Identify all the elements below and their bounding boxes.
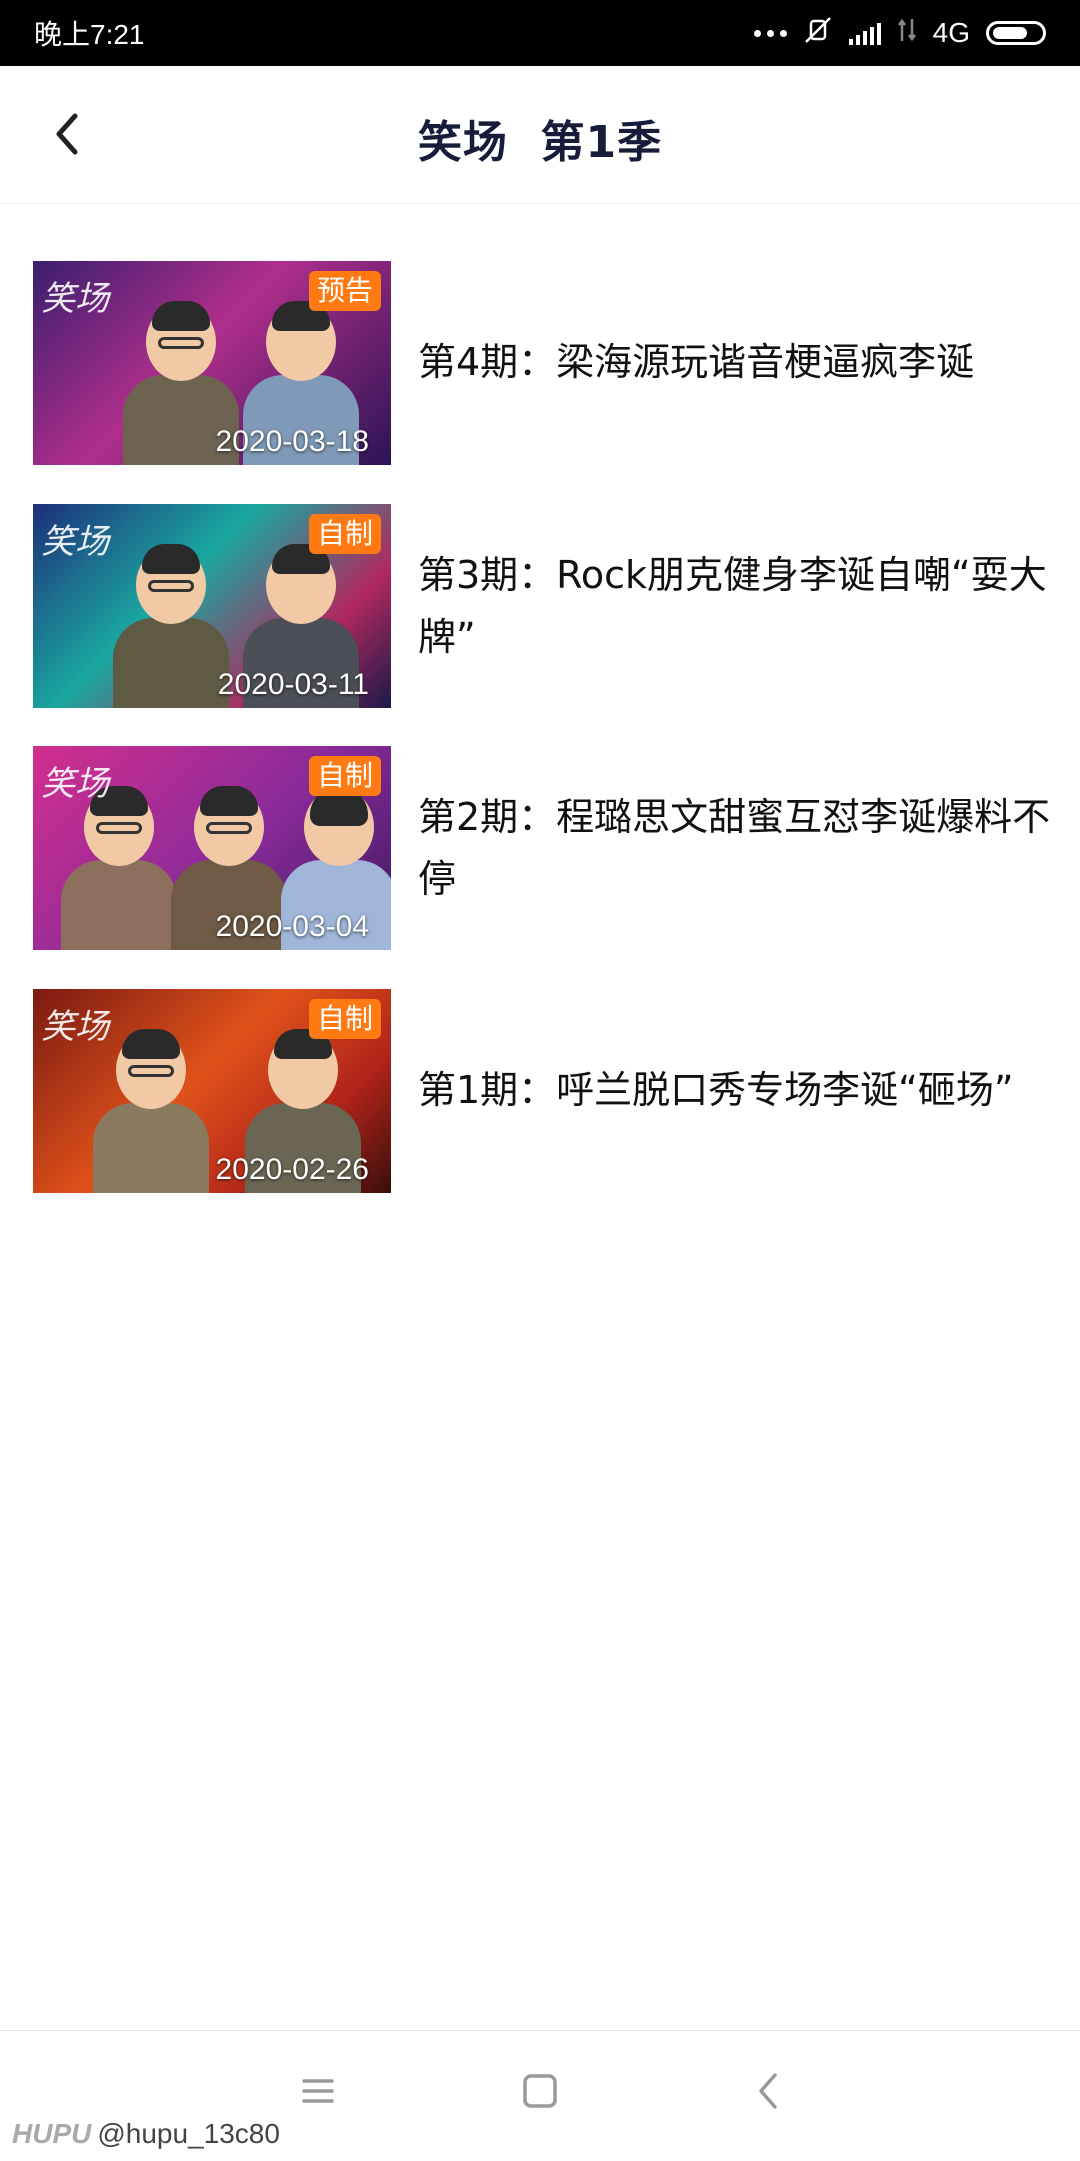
episode-title: 第4期：梁海源玩谐音梗逼疯李诞 bbox=[418, 340, 975, 384]
guest-figure bbox=[61, 786, 177, 950]
home-button[interactable] bbox=[520, 2071, 560, 2115]
episode-date: 2020-03-18 bbox=[215, 425, 369, 458]
episode-date: 2020-02-26 bbox=[215, 1153, 369, 1186]
episode-badge: 自制 bbox=[308, 999, 381, 1039]
episode-item[interactable]: 笑场 自制 2020-02-26 第1期：呼兰脱口秀专场李诞“砸场” bbox=[33, 989, 1073, 1193]
host-figure bbox=[93, 1029, 209, 1193]
battery-icon bbox=[986, 21, 1046, 45]
episode-title: 第3期：Rock朋克健身李诞自嘲“耍大牌” bbox=[418, 553, 1047, 659]
episode-item[interactable]: 笑场 自制 2020-03-11 第3期：Rock朋克健身李诞自嘲“耍大牌” bbox=[33, 504, 1073, 708]
menu-button[interactable] bbox=[298, 2071, 338, 2115]
status-icons: 4G bbox=[753, 15, 1046, 52]
more-dots-icon bbox=[753, 29, 787, 37]
show-logo: 笑场 bbox=[41, 764, 109, 804]
episode-thumbnail: 笑场 预告 2020-03-18 bbox=[33, 261, 391, 465]
mute-vibrate-icon bbox=[803, 15, 833, 52]
show-logo: 笑场 bbox=[41, 279, 109, 319]
menu-icon bbox=[302, 2079, 334, 2103]
back-nav-button[interactable] bbox=[748, 2071, 788, 2115]
watermark-brand: HUPU bbox=[12, 2118, 92, 2149]
watermark: HUPU @hupu_13c80 bbox=[12, 2118, 280, 2150]
episode-badge: 自制 bbox=[308, 514, 381, 554]
home-square-icon bbox=[523, 2074, 557, 2108]
header: 笑场 第1季 bbox=[0, 66, 1080, 204]
episode-thumbnail: 笑场 自制 2020-03-04 bbox=[33, 746, 391, 950]
episode-thumbnail: 笑场 自制 2020-02-26 bbox=[33, 989, 391, 1193]
page-title: 笑场 第1季 bbox=[417, 117, 663, 168]
network-type: 4G bbox=[932, 17, 970, 48]
signal-2-icon bbox=[897, 17, 917, 50]
episode-title: 第2期：程璐思文甜蜜互怼李诞爆料不停 bbox=[418, 795, 1051, 901]
episode-badge: 自制 bbox=[308, 756, 381, 796]
episode-thumbnail: 笑场 自制 2020-03-11 bbox=[33, 504, 391, 708]
episode-item[interactable]: 笑场 自制 2020-03-04 第2期：程璐思文甜蜜互怼李诞爆料不停 bbox=[33, 746, 1073, 950]
status-time: 晚上7:21 bbox=[34, 19, 145, 50]
host-figure bbox=[113, 544, 229, 708]
episode-date: 2020-03-04 bbox=[215, 910, 369, 943]
watermark-user: @hupu_13c80 bbox=[97, 2118, 280, 2149]
back-chevron-icon bbox=[759, 2073, 777, 2109]
episode-item[interactable]: 笑场 预告 2020-03-18 第4期：梁海源玩谐音梗逼疯李诞 bbox=[33, 261, 1073, 465]
signal-icon bbox=[848, 21, 881, 45]
episode-badge: 预告 bbox=[308, 271, 381, 311]
episode-date: 2020-03-11 bbox=[217, 668, 369, 701]
status-bar: 晚上7:21 4G bbox=[0, 0, 1080, 66]
show-logo: 笑场 bbox=[41, 1007, 109, 1047]
episode-title: 第1期：呼兰脱口秀专场李诞“砸场” bbox=[418, 1068, 1014, 1112]
show-logo: 笑场 bbox=[41, 522, 109, 562]
